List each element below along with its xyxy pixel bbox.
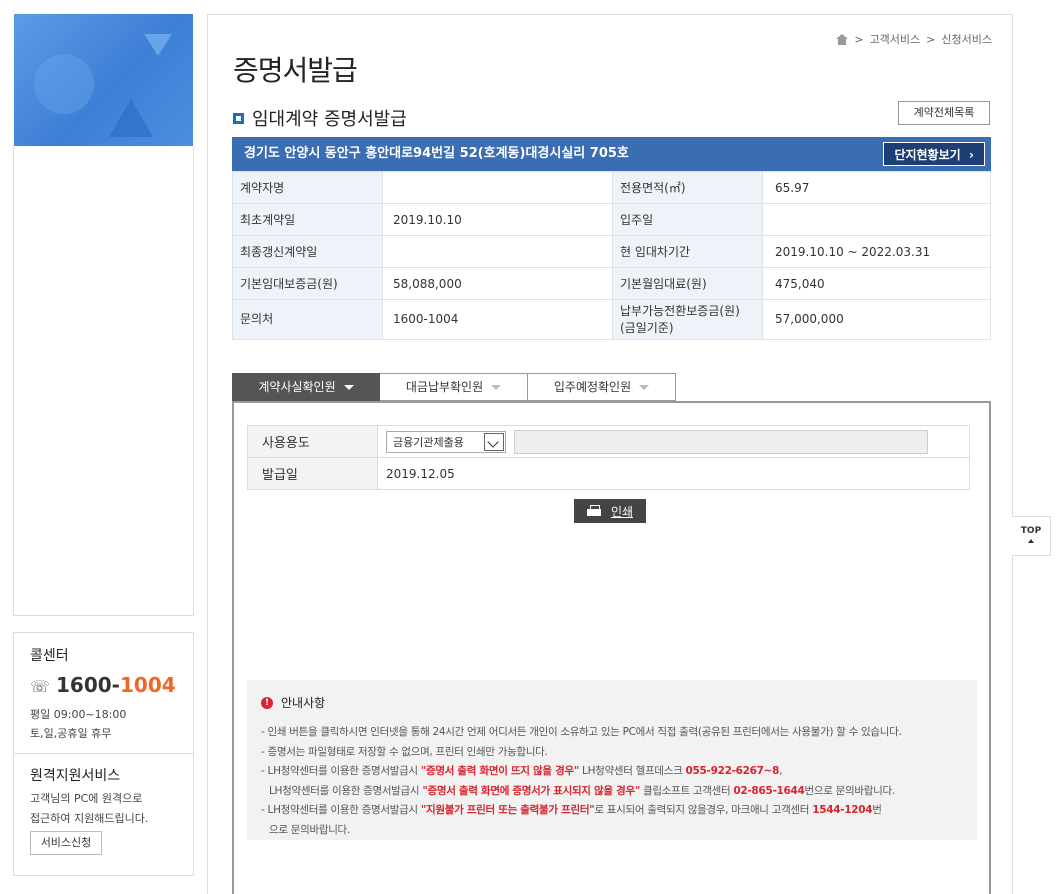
page-title: 증명서발급 (233, 54, 358, 87)
contact-box: 콜센터 ☏ 1600-1004 평일 09:00~18:00 토,일,공휴일 휴무… (13, 632, 194, 876)
table-row: 사용용도 금융기관제출용 (247, 425, 970, 458)
callcenter-hours: 평일 09:00~18:00 토,일,공휴일 휴무 (30, 708, 127, 740)
breadcrumb-item[interactable]: 신청서비스 (941, 31, 992, 47)
callcenter-title: 콜센터 (30, 648, 69, 664)
issue-form: 사용용도 금융기관제출용 발급일 2019.12.05 (247, 425, 970, 490)
remote-support-desc: 고객님의 PC에 원격으로 접근하여 지원해드립니다. (30, 792, 149, 825)
table-row: 발급일 2019.12.05 (247, 457, 970, 490)
contract-list-button[interactable]: 계약전체목록 (898, 101, 990, 125)
caret-down-icon (343, 384, 354, 390)
notice-line: LH청약센터를 이용한 증명서발급시 "증명서 출력 화면에 증명서가 표시되지… (269, 784, 895, 797)
contract-info-table: 계약자명 전용면적(㎡) 65.97 최초계약일 2019.10.10 입주일 … (232, 171, 991, 340)
breadcrumb: > 고객서비스 > 신청서비스 (836, 31, 992, 47)
chevron-down-icon (484, 432, 504, 451)
side-menu-area (13, 145, 194, 616)
table-row: 계약자명 전용면적(㎡) 65.97 (232, 171, 991, 204)
table-row: 문의처 1600-1004 납부가능전환보증금(원) (금일기준) 57,000,… (232, 299, 991, 340)
remote-support-title: 원격지원서비스 (30, 768, 121, 784)
address-bar: 경기도 안양시 동안구 흥안대로94번길 52(호계동)대경시실리 705호 단… (232, 137, 991, 171)
section-title: 임대계약 증명서발급 (233, 105, 407, 131)
table-row: 최종갱신계약일 현 임대차기간 2019.10.10 ~ 2022.03.31 (232, 235, 991, 268)
scroll-top-button[interactable]: TOP (1012, 516, 1051, 556)
tab-movein-confirmation[interactable]: 입주예정확인원 (528, 373, 676, 401)
issue-date-value: 2019.12.05 (377, 457, 970, 490)
print-button[interactable]: 인쇄 (574, 499, 646, 523)
notice-line: - LH청약센터를 이용한 증명서발급시 "지원불가 프린터 또는 출력불가 프… (261, 804, 882, 816)
tab-contract-confirmation[interactable]: 계약사실확인원 (232, 373, 380, 401)
phone-icon: ☏ (30, 677, 51, 696)
caret-down-icon (639, 384, 650, 390)
notice-box: ! 안내사항 - 인쇄 버튼을 클릭하시면 인터넷을 통해 24시간 언제 어디… (247, 680, 977, 840)
breadcrumb-item[interactable]: 고객서비스 (870, 31, 921, 47)
home-icon[interactable] (836, 33, 849, 45)
side-banner (14, 14, 193, 146)
callcenter-phone: ☏ 1600-1004 (30, 673, 176, 697)
usage-text-input[interactable] (513, 429, 928, 454)
complex-status-button[interactable]: 단지현황보기 › (883, 142, 985, 166)
arrow-up-icon (1028, 539, 1034, 543)
issue-date-label: 발급일 (247, 457, 378, 490)
notice-line: - 인쇄 버튼을 클릭하시면 인터넷을 통해 24시간 언제 어디서든 개인이 … (261, 726, 902, 738)
notice-line: 으로 문의바랍니다. (269, 823, 350, 836)
notice-line: - LH청약센터를 이용한 증명서발급시 "증명서 출력 화면이 뜨지 않을 경… (261, 765, 783, 777)
square-bullet-icon (233, 112, 244, 124)
usage-select[interactable]: 금융기관제출용 (386, 430, 506, 453)
caret-down-icon (491, 384, 502, 390)
table-row: 최초계약일 2019.10.10 입주일 (232, 203, 991, 236)
notice-line: - 증명서는 파일형태로 저장할 수 없으며, 프린터 인쇄만 가능합니다. (261, 745, 548, 758)
table-row: 기본임대보증금(원) 58,088,000 기본월임대료(원) 475,040 (232, 267, 991, 300)
remote-support-button[interactable]: 서비스신청 (30, 831, 102, 855)
tab-panel: 사용용도 금융기관제출용 발급일 2019.12.05 인쇄 ! 안내사항 - … (232, 401, 991, 894)
printer-icon (586, 505, 601, 517)
certificate-tabs: 계약사실확인원 대금납부확인원 입주예정확인원 (232, 373, 676, 401)
usage-label: 사용용도 (247, 425, 378, 458)
address-text: 경기도 안양시 동안구 흥안대로94번길 52(호계동)대경시실리 705호 (244, 146, 629, 161)
notice-title: ! 안내사항 (261, 694, 963, 711)
alert-icon: ! (261, 696, 273, 709)
main-content: > 고객서비스 > 신청서비스 증명서발급 임대계약 증명서발급 계약전체목록 … (207, 14, 1013, 894)
tab-payment-confirmation[interactable]: 대금납부확인원 (380, 373, 528, 401)
